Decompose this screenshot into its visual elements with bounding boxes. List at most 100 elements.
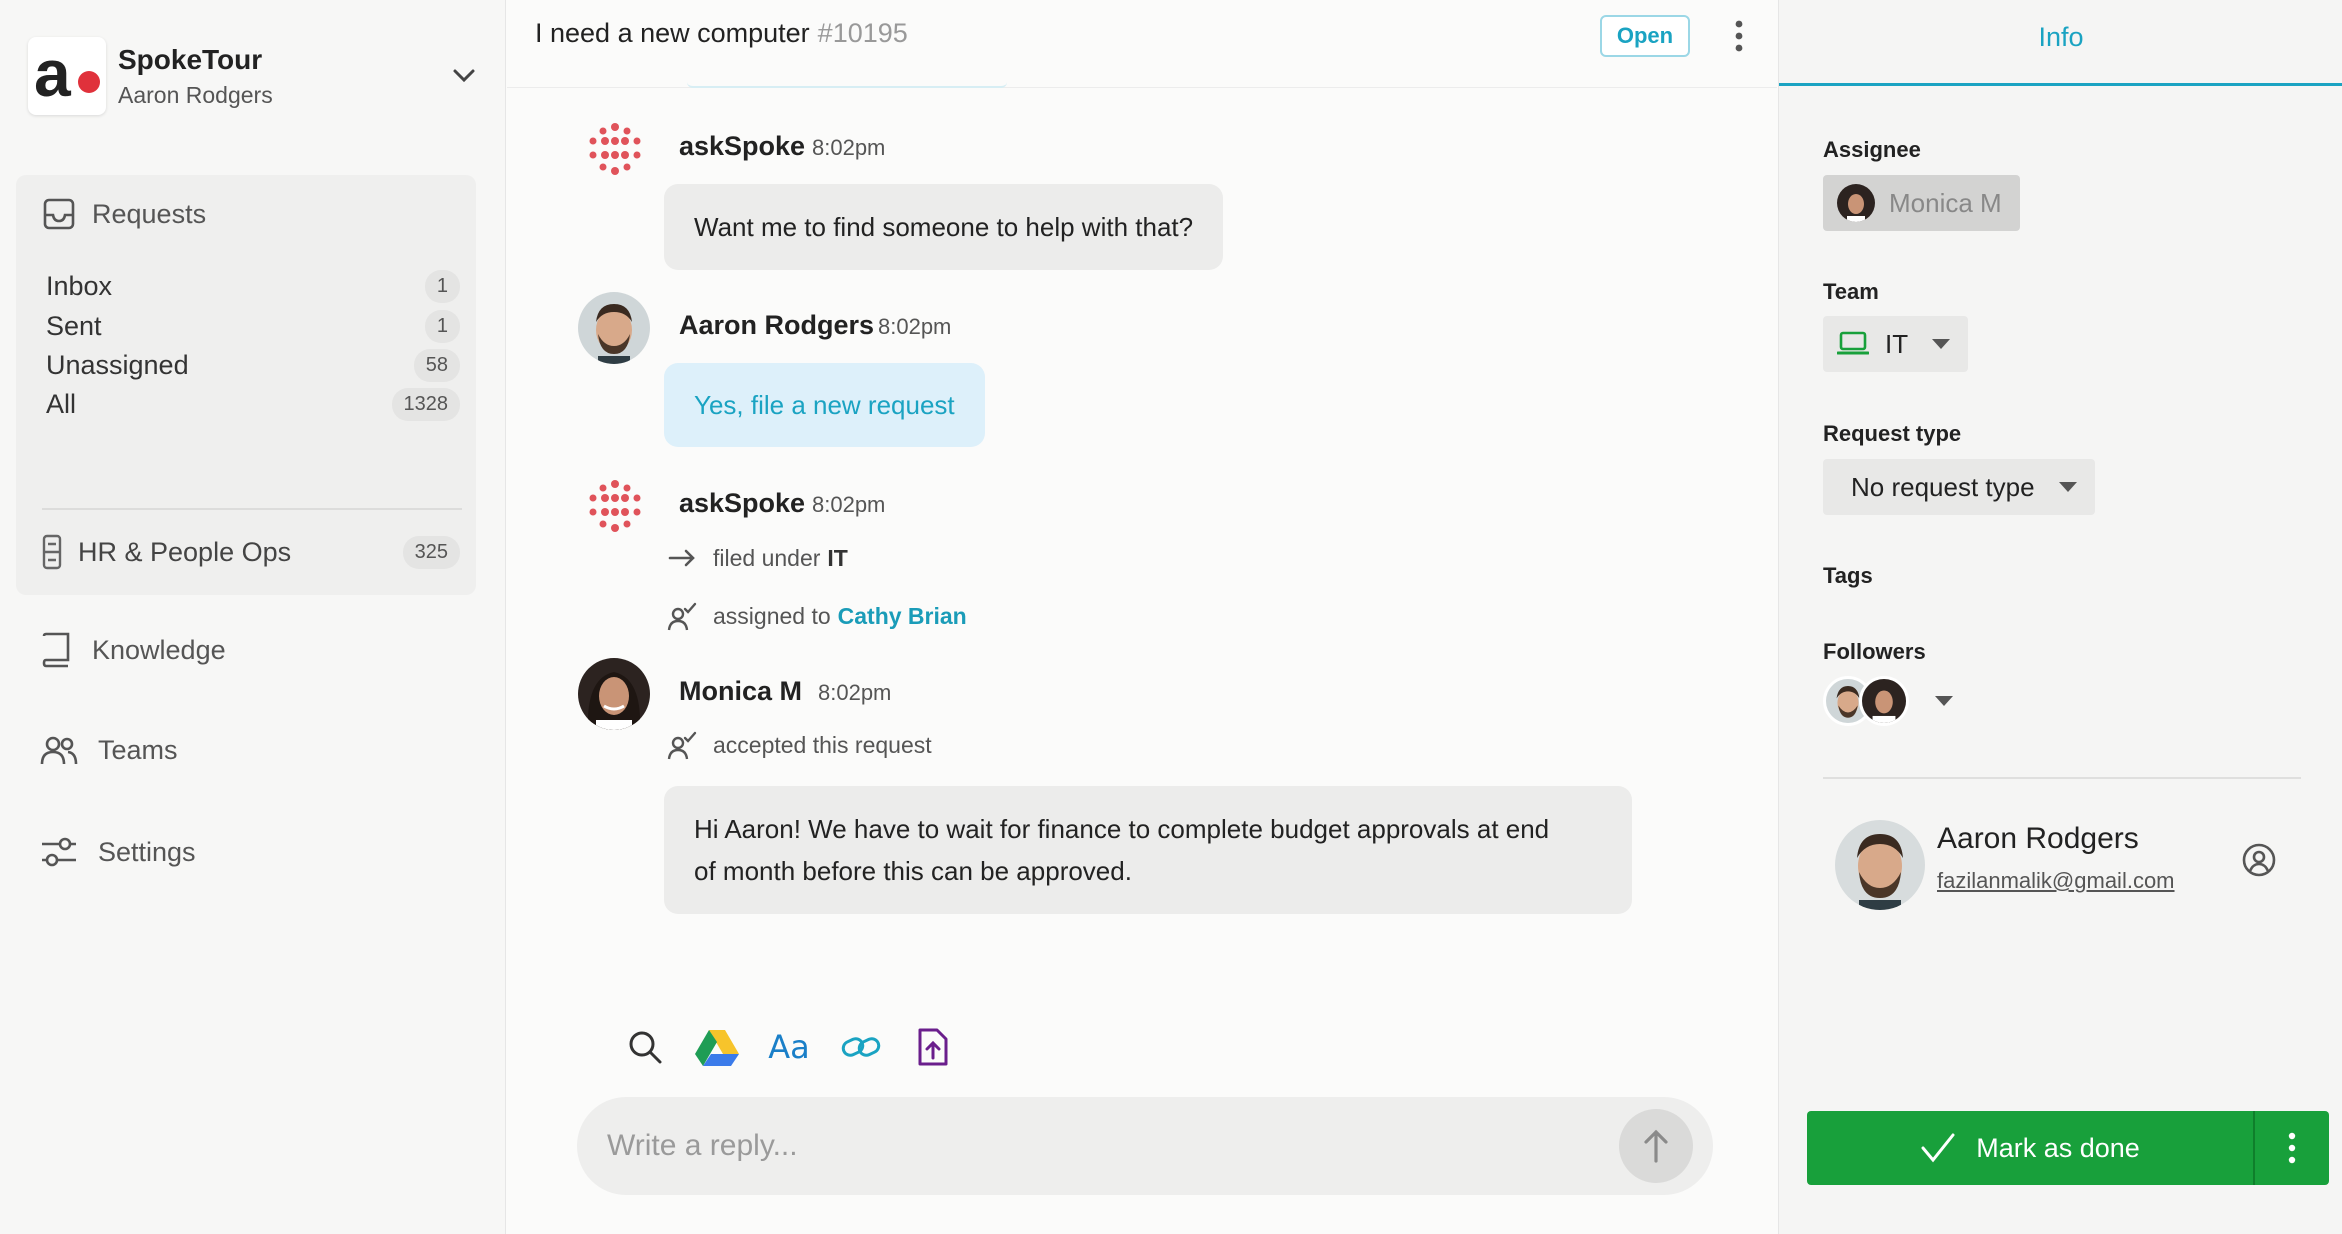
- message-time: 8:02pm: [878, 314, 952, 339]
- avatar[interactable]: [1835, 820, 1925, 910]
- send-button[interactable]: [1619, 1109, 1693, 1183]
- caret-down-icon: [1932, 339, 1951, 349]
- message-line: of month before this can be approved.: [694, 856, 1132, 886]
- event-accepted: accepted this request: [667, 730, 932, 760]
- message-time: 8:02pm: [812, 135, 886, 160]
- text-format-label: Aa: [768, 1028, 810, 1066]
- inbox-tray-icon: [43, 198, 75, 230]
- sidebar-item-inbox[interactable]: Inbox 1: [46, 266, 460, 306]
- file-upload-icon[interactable]: [911, 1025, 955, 1069]
- followers-list[interactable]: [1823, 676, 1953, 726]
- assign-user-icon: [667, 602, 697, 631]
- info-panel: Info Assignee Monica M Team IT Request t…: [1778, 0, 2342, 1234]
- sidebar-item-label: All: [46, 388, 77, 419]
- count-badge: 1328: [391, 387, 460, 421]
- team-select[interactable]: IT: [1823, 316, 1969, 372]
- team-value: IT: [1885, 328, 1909, 359]
- sidebar-item-hr-people-ops[interactable]: HR & People Ops 325: [40, 532, 460, 572]
- tags-label[interactable]: Tags: [1823, 563, 1873, 589]
- status-badge[interactable]: Open: [1600, 15, 1690, 57]
- requests-label: Requests: [92, 198, 207, 229]
- request-title-text: I need a new computer: [535, 18, 810, 48]
- avatar[interactable]: [578, 292, 650, 364]
- request-header: I need a new computer #10195 Open: [507, 0, 1777, 88]
- sidebar-item-teams[interactable]: Teams: [40, 734, 178, 766]
- text-format-icon[interactable]: Aa: [767, 1025, 811, 1069]
- sidebar-item-unassigned[interactable]: Unassigned 58: [46, 345, 460, 385]
- reply-box: [577, 1097, 1713, 1195]
- arrow-up-icon: [1644, 1129, 1668, 1163]
- contact-name: Aaron Rodgers: [1937, 822, 2139, 855]
- count-badge: 58: [413, 348, 460, 382]
- request-type-label: Request type: [1823, 421, 1962, 446]
- assignee-link[interactable]: Cathy Brian: [838, 603, 967, 630]
- team-label: Team: [1823, 279, 1879, 304]
- sidebar-item-sent[interactable]: Sent 1: [46, 306, 460, 346]
- request-number: #10195: [817, 18, 908, 48]
- sidebar-item-all[interactable]: All 1328: [46, 384, 460, 424]
- message-author: Aaron Rodgers: [679, 310, 875, 340]
- event-filed: filed under IT: [667, 543, 848, 573]
- tab-info[interactable]: Info: [1779, 0, 2342, 86]
- message-time: 8:02pm: [812, 492, 886, 517]
- assignee-select[interactable]: Monica M: [1823, 175, 2020, 231]
- more-options-icon[interactable]: [1729, 18, 1749, 54]
- message-author: Monica M: [679, 676, 803, 706]
- google-drive-icon[interactable]: [695, 1025, 739, 1069]
- sidebar-item-label: HR & People Ops: [78, 536, 292, 567]
- event-text: assigned to: [713, 602, 831, 629]
- chevron-down-icon[interactable]: [450, 62, 478, 90]
- profile-search-icon[interactable]: [2241, 842, 2277, 878]
- sidebar-item-settings[interactable]: Settings: [40, 835, 196, 869]
- assignee-label: Assignee: [1823, 137, 1921, 162]
- avatar[interactable]: [578, 658, 650, 730]
- request-type-value: No request type: [1851, 471, 2035, 502]
- requests-panel: Requests Inbox 1 Sent 1 Unassigned 58 Al…: [16, 175, 476, 595]
- book-icon: [42, 632, 70, 668]
- laptop-icon: [1837, 331, 1869, 355]
- checkmark-icon: [1921, 1133, 1955, 1163]
- count-badge: 325: [402, 535, 460, 569]
- tab-info-label: Info: [2038, 22, 2084, 52]
- reply-input[interactable]: [607, 1117, 1607, 1175]
- org-switcher[interactable]: a SpokeTour Aaron Rodgers: [28, 36, 478, 116]
- org-logo: a: [28, 36, 106, 115]
- message-author: askSpoke: [679, 488, 806, 518]
- mark-as-done-bar: Mark as done: [1807, 1111, 2329, 1185]
- event-text: accepted this request: [713, 731, 932, 758]
- assignee-name: Monica M: [1889, 187, 2002, 218]
- sidebar-item-label: Knowledge: [92, 634, 226, 665]
- divider: [42, 508, 462, 510]
- caret-down-icon[interactable]: [1935, 696, 1953, 706]
- hourglass-icon: [42, 534, 62, 570]
- followers-label: Followers: [1823, 639, 1926, 664]
- mark-as-done-label: Mark as done: [1976, 1132, 2140, 1163]
- done-options-button[interactable]: [2255, 1111, 2329, 1185]
- link-icon[interactable]: [839, 1025, 883, 1069]
- sidebar-item-knowledge[interactable]: Knowledge: [40, 632, 226, 668]
- message-bubble: Yes, file a new request: [664, 363, 985, 447]
- sidebar-item-label: Sent: [46, 310, 102, 341]
- sidebar-item-label: Unassigned: [46, 349, 189, 380]
- more-options-icon: [2288, 1132, 2296, 1164]
- org-logo-letter: a: [34, 36, 71, 110]
- sidebar: a SpokeTour Aaron Rodgers Requests Inbox…: [0, 0, 506, 1234]
- search-icon[interactable]: [623, 1025, 667, 1069]
- request-type-select[interactable]: No request type: [1823, 459, 2095, 515]
- caret-down-icon: [2058, 482, 2077, 492]
- askspoke-avatar-icon: [589, 123, 641, 175]
- message-author: askSpoke: [679, 131, 806, 161]
- request-title: I need a new computer #10195: [535, 18, 908, 49]
- sidebar-item-label: Inbox: [46, 270, 113, 301]
- count-badge: 1: [424, 309, 460, 343]
- sidebar-item-label: Teams: [98, 734, 178, 765]
- avatar: [1837, 184, 1875, 222]
- mark-as-done-button[interactable]: Mark as done: [1807, 1111, 2253, 1185]
- contact-email-link[interactable]: fazilanmalik@gmail.com: [1937, 868, 2175, 894]
- message-time: 8:02pm: [818, 680, 892, 705]
- requests-header[interactable]: Requests: [42, 197, 206, 231]
- message-bubble: Hi Aaron! We have to wait for finance to…: [664, 786, 1632, 914]
- sidebar-item-label: Settings: [98, 836, 196, 867]
- event-value: IT: [827, 544, 848, 571]
- askspoke-avatar-icon: [589, 480, 641, 532]
